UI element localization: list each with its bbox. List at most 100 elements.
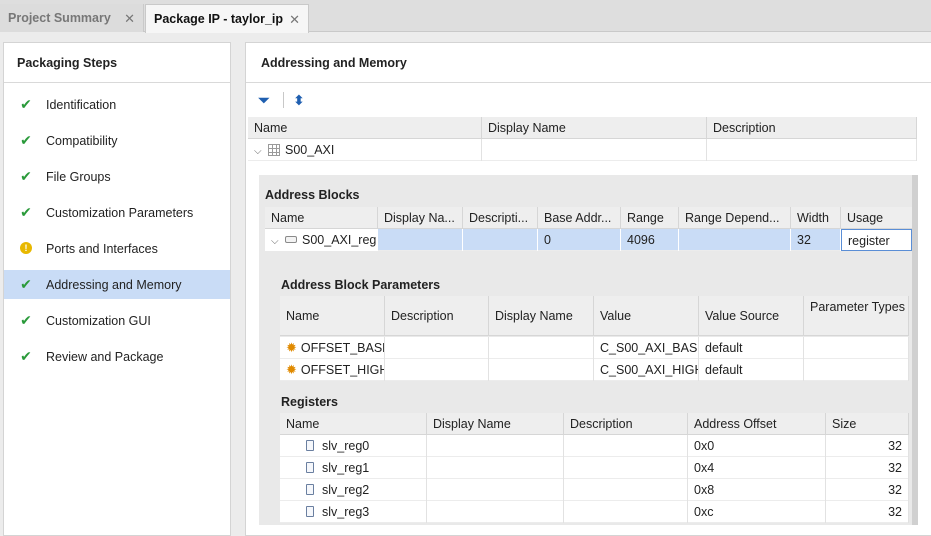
size-cell: 32: [826, 501, 909, 523]
tab-label: Project Summary: [8, 11, 111, 25]
interface-grid-icon: [268, 144, 280, 156]
table-row[interactable]: ⌵ S00_AXI: [248, 139, 917, 161]
parameters-header: Name Description Display Name Value Valu…: [280, 296, 909, 336]
close-icon[interactable]: ✕: [124, 11, 135, 27]
table-row[interactable]: slv_reg3 0xc 32: [280, 501, 909, 523]
parameter-name: OFFSET_HIGH: [300, 363, 385, 377]
registers-header: Name Display Name Description Address Of…: [280, 413, 909, 435]
column-header[interactable]: Value: [594, 296, 699, 336]
column-header[interactable]: Descripti...: [463, 207, 538, 229]
address-offset-cell: 0x4: [688, 457, 826, 479]
section-title: Address Blocks: [265, 188, 360, 202]
table-row[interactable]: slv_reg1 0x4 32: [280, 457, 909, 479]
close-icon[interactable]: ✕: [289, 12, 300, 28]
section-title: Registers: [281, 395, 338, 409]
step-ports-and-interfaces[interactable]: ! Ports and Interfaces: [4, 234, 230, 263]
display-name-cell: [378, 229, 463, 251]
base-address-cell: 0: [538, 229, 621, 251]
register-icon: [306, 462, 314, 473]
column-header[interactable]: Usage: [841, 207, 913, 229]
expand-all-icon[interactable]: ⬍: [289, 90, 309, 110]
column-header[interactable]: Description: [385, 296, 489, 336]
address-offset-cell: 0xc: [688, 501, 826, 523]
range-dependency-cell: [679, 229, 791, 251]
column-header[interactable]: Display Name: [427, 413, 564, 435]
step-label: Customization GUI: [46, 313, 151, 328]
chevron-down-icon[interactable]: ⌵: [254, 141, 264, 161]
column-header[interactable]: Address Offset: [688, 413, 826, 435]
block-name: S00_AXI_reg: [302, 233, 377, 247]
tab-project-summary[interactable]: Project Summary ✕: [0, 4, 144, 32]
parameter-name-cell: ✹ OFFSET_HIGH: [280, 359, 385, 381]
register-name: slv_reg0: [322, 439, 370, 453]
parameter-types-cell: [804, 337, 909, 359]
address-offset-cell: 0x8: [688, 479, 826, 501]
column-header[interactable]: Display Na...: [378, 207, 463, 229]
column-header[interactable]: Display Name: [489, 296, 594, 336]
column-header[interactable]: Name: [265, 207, 378, 229]
tab-package-ip[interactable]: Package IP - taylor_ip ✕: [145, 4, 309, 33]
register-name-cell: slv_reg0: [280, 435, 427, 457]
panel-title: Packaging Steps: [4, 43, 230, 83]
step-label: Customization Parameters: [46, 205, 194, 220]
register-icon: [306, 506, 314, 517]
table-row[interactable]: ⌵ S00_AXI_reg 0 4096 32 register: [265, 229, 913, 251]
column-header[interactable]: Base Addr...: [538, 207, 621, 229]
block-name-cell: ⌵ S00_AXI_reg: [265, 229, 378, 251]
checkmark-icon: ✔: [20, 95, 32, 112]
description-cell: [707, 139, 917, 161]
register-name: slv_reg1: [322, 461, 370, 475]
column-header[interactable]: Name: [248, 117, 482, 139]
usage-cell[interactable]: register: [841, 229, 912, 251]
checkmark-icon: ✔: [20, 131, 32, 148]
column-header[interactable]: Description: [564, 413, 688, 435]
column-header[interactable]: Name: [280, 413, 427, 435]
step-compatibility[interactable]: ✔ Compatibility: [4, 126, 230, 155]
column-header[interactable]: Description: [707, 117, 917, 139]
display-name-cell: [427, 501, 564, 523]
tab-bar: Project Summary ✕ Package IP - taylor_ip…: [0, 0, 931, 33]
register-icon: [306, 484, 314, 495]
step-customization-gui[interactable]: ✔ Customization GUI: [4, 306, 230, 335]
step-addressing-and-memory[interactable]: ✔ Addressing and Memory: [4, 270, 230, 299]
gear-icon: ✹: [286, 340, 297, 355]
description-cell: [564, 501, 688, 523]
table-row[interactable]: ✹ OFFSET_BASE C_S00_AXI_BASE default: [280, 337, 909, 359]
vertical-scrollbar[interactable]: [912, 175, 918, 525]
value-source-cell: default: [699, 359, 804, 381]
description-cell: [564, 457, 688, 479]
interfaces-table-header: Name Display Name Description: [248, 117, 917, 139]
column-header[interactable]: Display Name: [482, 117, 707, 139]
step-identification[interactable]: ✔ Identification: [4, 90, 230, 119]
value-cell: C_S00_AXI_HIGH: [594, 359, 699, 381]
checkmark-icon: ✔: [20, 203, 32, 220]
tab-label: Package IP - taylor_ip: [154, 12, 283, 26]
column-header[interactable]: Range Depend...: [679, 207, 791, 229]
checkmark-icon: ✔: [20, 311, 32, 328]
register-name-cell: slv_reg2: [280, 479, 427, 501]
column-header[interactable]: Parameter Types: [804, 296, 909, 336]
step-customization-parameters[interactable]: ✔ Customization Parameters: [4, 198, 230, 227]
table-row[interactable]: slv_reg2 0x8 32: [280, 479, 909, 501]
table-row[interactable]: ✹ OFFSET_HIGH C_S00_AXI_HIGH default: [280, 359, 909, 381]
register-name-cell: slv_reg3: [280, 501, 427, 523]
description-cell: [564, 479, 688, 501]
column-header[interactable]: Name: [280, 296, 385, 336]
step-review-and-package[interactable]: ✔ Review and Package: [4, 342, 230, 371]
collapse-all-icon[interactable]: ⏷: [254, 90, 274, 110]
address-block-icon: [285, 236, 297, 243]
table-row[interactable]: slv_reg0 0x0 32: [280, 435, 909, 457]
column-header[interactable]: Range: [621, 207, 679, 229]
column-header[interactable]: Value Source: [699, 296, 804, 336]
step-file-groups[interactable]: ✔ File Groups: [4, 162, 230, 191]
column-header[interactable]: Size: [826, 413, 909, 435]
chevron-down-icon[interactable]: ⌵: [271, 231, 281, 251]
display-name-cell: [427, 479, 564, 501]
checkmark-icon: ✔: [20, 167, 32, 184]
column-header[interactable]: Width: [791, 207, 841, 229]
packaging-steps-panel: Packaging Steps ✔ Identification ✔ Compa…: [3, 42, 231, 536]
register-icon: [306, 440, 314, 451]
step-label: Identification: [46, 97, 117, 112]
display-name-cell: [489, 337, 594, 359]
address-offset-cell: 0x0: [688, 435, 826, 457]
